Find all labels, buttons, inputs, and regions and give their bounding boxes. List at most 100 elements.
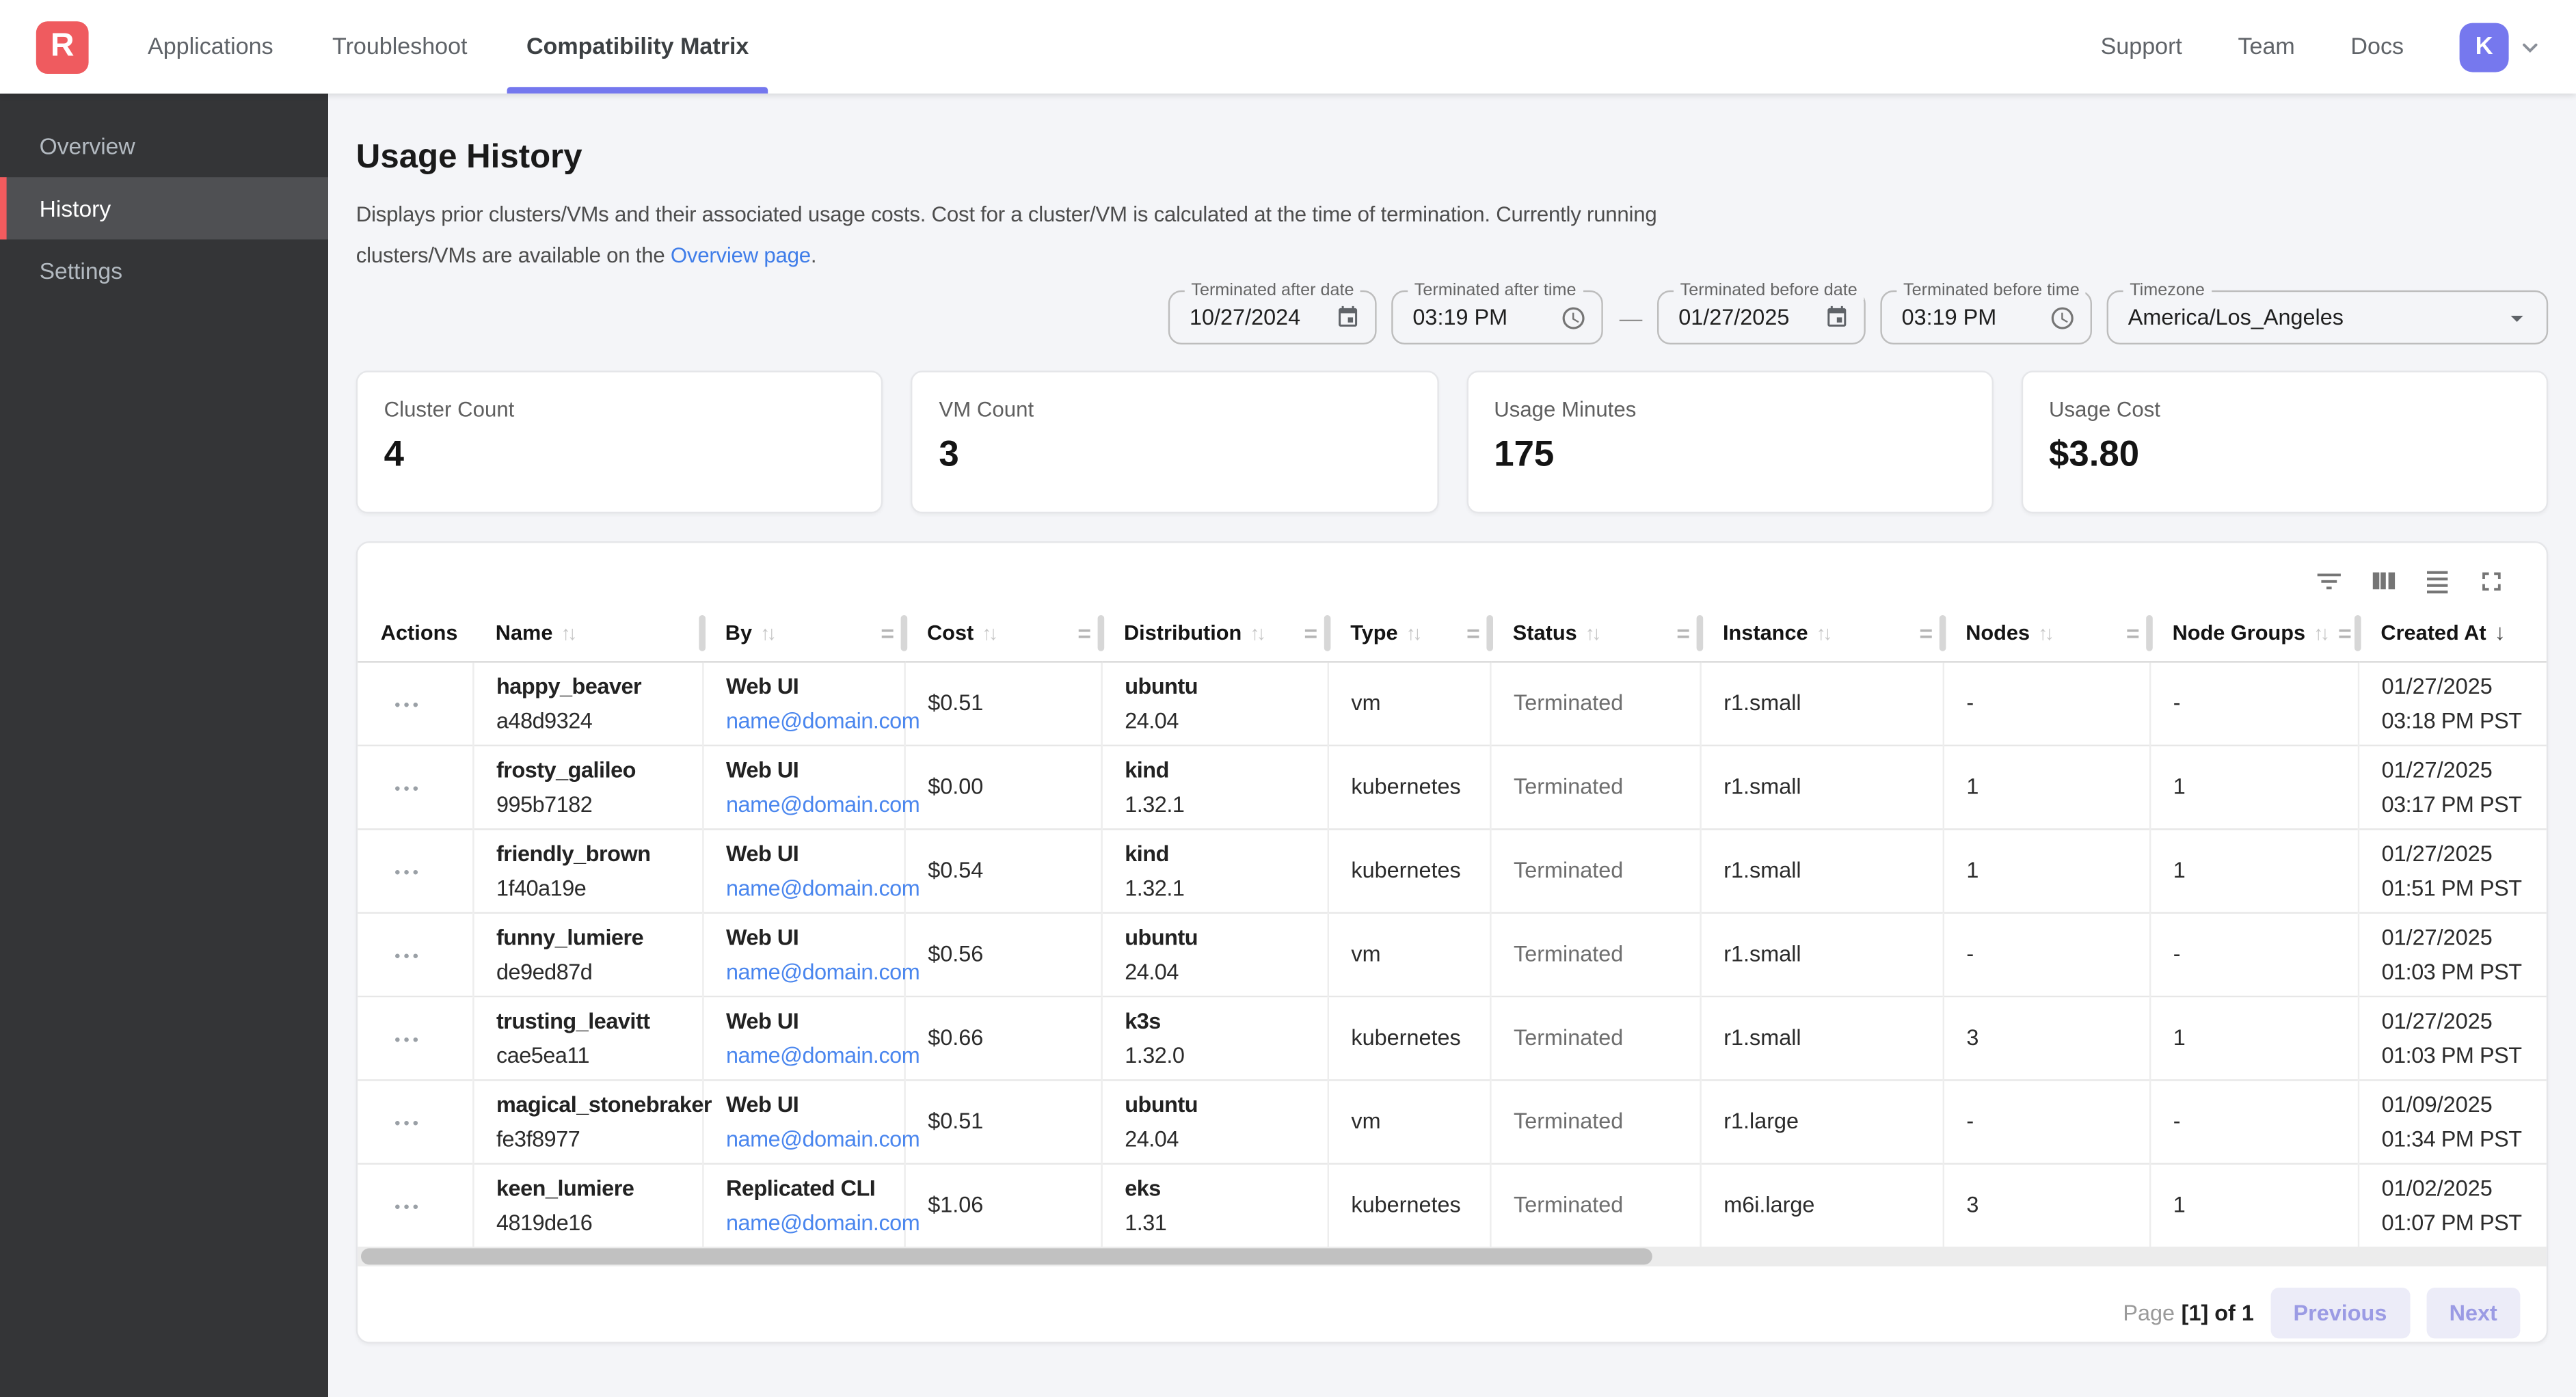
terminated-before-date-field[interactable]: Terminated before date 01/27/2025 [1657, 290, 1866, 344]
column-drag-handle[interactable]: = [1304, 620, 1318, 646]
column-resize-handle[interactable] [901, 615, 908, 651]
next-page-button[interactable]: Next [2426, 1288, 2520, 1338]
columns-icon[interactable] [2367, 565, 2399, 597]
density-icon[interactable] [2421, 565, 2453, 597]
terminated-after-date-field[interactable]: Terminated after date 10/27/2024 [1168, 290, 1377, 344]
account-menu[interactable]: K [2460, 22, 2543, 71]
sort-icon[interactable]: ↑↓ [2038, 621, 2054, 645]
row-actions-button[interactable]: ••• [394, 781, 422, 798]
column-resize-handle[interactable] [1940, 615, 1946, 651]
nav-link-docs[interactable]: Docs [2350, 33, 2404, 59]
column-header-node-groups[interactable]: Node Groups↑↓= [2149, 606, 2358, 662]
column-drag-handle[interactable]: = [2126, 620, 2140, 646]
sidebar-item-history[interactable]: History [0, 177, 328, 239]
calendar-icon[interactable] [1326, 305, 1360, 329]
horizontal-scrollbar[interactable] [358, 1247, 2547, 1266]
column-header-by[interactable]: By↑↓= [702, 606, 904, 662]
column-header-nodes[interactable]: Nodes↑↓= [1943, 606, 2149, 662]
column-drag-handle[interactable]: = [1466, 620, 1480, 646]
column-resize-handle[interactable] [1486, 615, 1493, 651]
table-row: ••• funny_lumiere de9ed87d Web UI name@d… [358, 912, 2548, 995]
column-resize-handle[interactable] [2354, 615, 2361, 651]
creator-email-link[interactable]: name@domain.com [726, 791, 920, 816]
cell-instance: r1.small [1700, 912, 1942, 995]
creator-email-link[interactable]: name@domain.com [726, 1126, 920, 1151]
column-resize-handle[interactable] [1324, 615, 1331, 651]
cell-by: Web UI name@domain.com [702, 912, 904, 995]
terminated-after-time-field[interactable]: Terminated after time 03:19 PM [1391, 290, 1603, 344]
cell-instance: r1.small [1700, 996, 1942, 1079]
filter-icon[interactable] [2313, 565, 2345, 597]
column-header-status[interactable]: Status↑↓= [1490, 606, 1700, 662]
clock-icon[interactable] [1551, 304, 1587, 330]
terminated-before-time-field[interactable]: Terminated before time 03:19 PM [1880, 290, 2092, 344]
column-drag-handle[interactable]: = [881, 620, 894, 646]
column-header-name[interactable]: Name↑↓ [472, 606, 702, 662]
nav-link-team[interactable]: Team [2238, 33, 2295, 59]
sort-icon[interactable]: ↑↓ [1585, 621, 1602, 645]
cell-created-at: 01/27/2025 01:03 PM PST [2358, 912, 2548, 995]
creator-email-link[interactable]: name@domain.com [726, 959, 920, 984]
sort-desc-icon[interactable]: ↓ [2495, 621, 2506, 645]
nav-tab-applications[interactable]: Applications [128, 0, 293, 94]
cell-node-groups: - [2149, 912, 2358, 995]
column-header-actions: Actions [358, 606, 472, 662]
timezone-select[interactable]: Timezone America/Los_Angeles [2107, 290, 2549, 344]
column-resize-handle[interactable] [699, 615, 706, 651]
column-resize-handle[interactable] [2146, 615, 2153, 651]
row-actions-button[interactable]: ••• [394, 697, 422, 715]
column-header-cost[interactable]: Cost↑↓= [904, 606, 1101, 662]
column-resize-handle[interactable] [1098, 615, 1105, 651]
creator-email-link[interactable]: name@domain.com [726, 875, 920, 899]
page-title: Usage History [356, 138, 2548, 178]
creator-email-link[interactable]: name@domain.com [726, 1042, 920, 1067]
table-header-row: Actions Name↑↓ By↑↓= Cost↑↓= [358, 606, 2548, 662]
row-actions-button[interactable]: ••• [394, 865, 422, 882]
column-header-type[interactable]: Type↑↓= [1328, 606, 1490, 662]
replicated-logo[interactable]: R [36, 21, 89, 73]
column-resize-handle[interactable] [1697, 615, 1704, 651]
stats-row: Cluster Count 4 VM Count 3 Usage Minutes… [356, 370, 2548, 513]
scrollbar-thumb[interactable] [361, 1248, 1652, 1264]
column-header-distribution[interactable]: Distribution↑↓= [1101, 606, 1327, 662]
clock-icon[interactable] [2039, 304, 2076, 330]
nav-tab-troubleshoot[interactable]: Troubleshoot [312, 0, 487, 94]
cell-created-at: 01/27/2025 03:18 PM PST [2358, 661, 2548, 744]
cell-actions: ••• [358, 745, 472, 828]
column-drag-handle[interactable]: = [1920, 620, 1933, 646]
primary-nav: Applications Troubleshoot Compatibility … [118, 0, 779, 94]
cell-name: friendly_brown 1f40a19e [472, 828, 702, 912]
creator-email-link[interactable]: name@domain.com [726, 1210, 920, 1235]
row-actions-button[interactable]: ••• [394, 1032, 422, 1050]
sort-icon[interactable]: ↑↓ [1816, 621, 1833, 645]
previous-page-button[interactable]: Previous [2270, 1288, 2410, 1338]
sort-icon[interactable]: ↑↓ [1406, 621, 1423, 645]
column-drag-handle[interactable]: = [1077, 620, 1091, 646]
nav-link-support[interactable]: Support [2101, 33, 2182, 59]
row-actions-button[interactable]: ••• [394, 948, 422, 966]
page-indicator: [1] of 1 [2182, 1300, 2254, 1325]
sort-icon[interactable]: ↑↓ [561, 621, 577, 645]
sort-icon[interactable]: ↑↓ [982, 621, 998, 645]
dropdown-arrow-icon[interactable] [2493, 303, 2532, 332]
cell-name: magical_stonebraker fe3f8977 [472, 1079, 702, 1163]
sort-icon[interactable]: ↑↓ [2313, 621, 2330, 645]
row-actions-button[interactable]: ••• [394, 1199, 422, 1217]
overview-page-link[interactable]: Overview page [671, 243, 811, 267]
column-header-created-at[interactable]: Created At↓ [2358, 606, 2548, 662]
fullscreen-icon[interactable] [2476, 565, 2508, 597]
nav-tab-compatibility-matrix[interactable]: Compatibility Matrix [507, 0, 768, 94]
sort-icon[interactable]: ↑↓ [1250, 621, 1266, 645]
calendar-icon[interactable] [1814, 305, 1849, 329]
sidebar-item-overview[interactable]: Overview [0, 115, 328, 177]
avatar[interactable]: K [2460, 22, 2509, 71]
sort-icon[interactable]: ↑↓ [760, 621, 777, 645]
chevron-down-icon[interactable] [2517, 33, 2543, 59]
column-drag-handle[interactable]: = [2338, 620, 2352, 646]
row-actions-button[interactable]: ••• [394, 1115, 422, 1133]
column-drag-handle[interactable]: = [1676, 620, 1690, 646]
column-header-instance[interactable]: Instance↑↓= [1700, 606, 1942, 662]
cell-created-at: 01/27/2025 03:17 PM PST [2358, 745, 2548, 828]
sidebar-item-settings[interactable]: Settings [0, 239, 328, 301]
creator-email-link[interactable]: name@domain.com [726, 708, 920, 733]
